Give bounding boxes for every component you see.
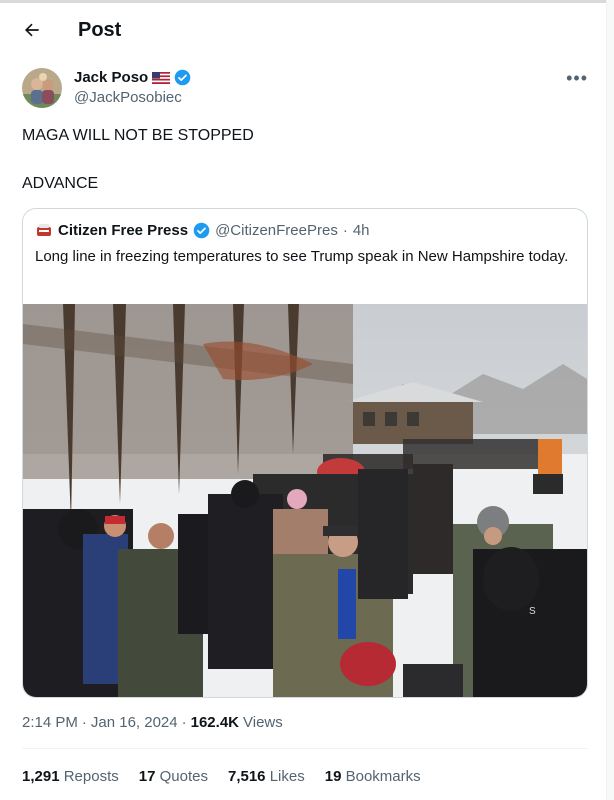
quoted-author-name: Citizen Free Press	[58, 221, 189, 239]
arrow-left-icon	[25, 23, 39, 37]
bookmarks-stat[interactable]: 19 Bookmarks	[325, 768, 421, 785]
reposts-count: 1,291	[22, 768, 60, 785]
back-button[interactable]	[12, 10, 52, 50]
divider	[22, 748, 588, 749]
quotes-label: Quotes	[159, 768, 208, 785]
verified-badge-icon	[193, 222, 210, 238]
post-header: Post	[0, 8, 606, 52]
post-time[interactable]: 2:14 PM	[22, 714, 78, 731]
dot-separator: ·	[181, 714, 187, 731]
dot-separator: ·	[81, 714, 87, 731]
author-names: Jack Poso @JackPosobiec	[74, 69, 191, 106]
more-options-button[interactable]: •••	[566, 68, 588, 89]
dot-separator: ·	[342, 221, 348, 239]
bookmarks-count: 19	[324, 768, 342, 785]
tweet-line-1: MAGA WILL NOT BE STOPPED	[22, 127, 254, 144]
engagement-stats: 1,291 Reposts 17 Quotes 7,516 Likes 19 B…	[22, 768, 421, 785]
author-row: Jack Poso @JackPosobiec •••	[22, 68, 588, 112]
author-name[interactable]: Jack Poso	[74, 69, 148, 86]
citizen-free-press-logo-icon	[37, 224, 51, 236]
author-handle[interactable]: @JackPosobiec	[74, 89, 191, 106]
quoted-post-text: Long line in freezing temperatures to se…	[35, 248, 569, 265]
quotes-stat[interactable]: 17 Quotes	[139, 768, 208, 785]
bookmarks-label: Bookmarks	[345, 768, 421, 785]
quoted-post-time: 4h	[352, 221, 370, 239]
views-count: 162.4K	[190, 714, 239, 731]
quoted-post-photo[interactable]: S	[23, 304, 587, 697]
quoted-post-header: Citizen Free Press @CitizenFreePres · 4h	[35, 221, 370, 239]
quotes-count: 17	[138, 768, 156, 785]
post-date[interactable]: Jan 16, 2024	[91, 714, 178, 731]
browser-top-edge	[0, 0, 614, 3]
svg-text:S: S	[529, 606, 536, 617]
quoted-author-handle: @CitizenFreePres	[215, 221, 338, 239]
page-title: Post	[78, 18, 122, 41]
reposts-label: Reposts	[63, 768, 119, 785]
likes-label: Likes	[269, 768, 305, 785]
likes-stat[interactable]: 7,516 Likes	[228, 768, 305, 785]
post-meta: 2:14 PM · Jan 16, 2024 · 162.4K Views	[22, 714, 283, 731]
us-flag-icon	[152, 71, 171, 84]
tweet-line-2: ADVANCE	[22, 175, 99, 192]
reposts-stat[interactable]: 1,291 Reposts	[22, 768, 119, 785]
more-horizontal-icon: •••	[566, 68, 588, 88]
quoted-post[interactable]: Citizen Free Press @CitizenFreePres · 4h…	[22, 208, 588, 698]
scroll-gutter	[606, 0, 614, 800]
verified-badge-icon	[174, 69, 191, 86]
likes-count: 7,516	[227, 768, 266, 785]
avatar[interactable]	[22, 68, 62, 108]
views-label: Views	[243, 714, 283, 731]
